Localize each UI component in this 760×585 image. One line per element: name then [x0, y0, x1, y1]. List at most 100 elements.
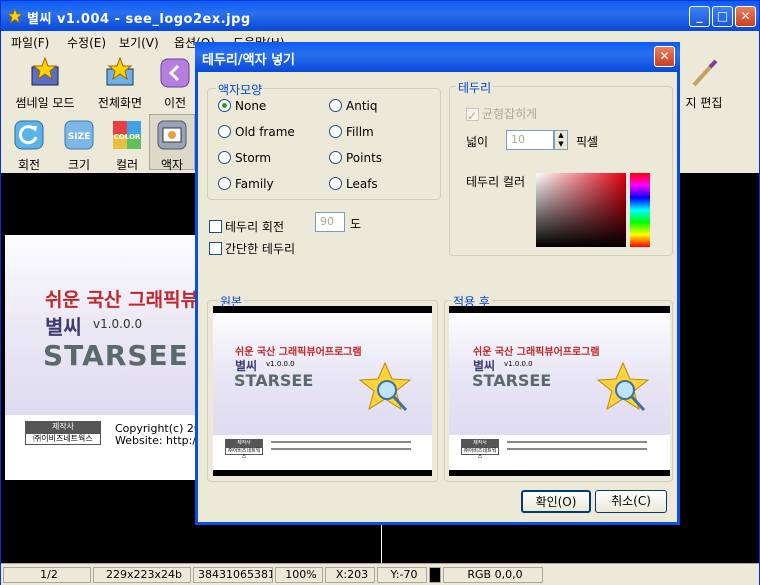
radio-old-frame[interactable]: Old frame	[218, 125, 295, 139]
menu-edit[interactable]: 수정(E)	[67, 34, 106, 51]
radio-antiq-label: Antiq	[346, 99, 378, 113]
border-color-label: 테두리 컬러	[466, 175, 526, 189]
window-title: 별씨 v1.004 - see_logo2ex.jpg	[27, 12, 251, 27]
spin-down-icon[interactable]: ▼	[555, 140, 567, 149]
original-preview-image: 쉬운 국산 그래픽뷰어프로그램 별씨 v1.0.0.0 STARSEE 제작사 …	[213, 313, 432, 470]
title-bar[interactable]: 별씨 v1.004 - see_logo2ex.jpg _ □ ✕	[1, 1, 759, 31]
orig-copyright-line	[271, 441, 411, 443]
hue-slider[interactable]	[630, 173, 650, 247]
thumbnail-icon	[31, 56, 59, 86]
thumbnail-mode-label: 썸네일 모드	[15, 96, 75, 110]
ok-button[interactable]: 확인(O)	[521, 490, 591, 513]
color-label: 컬러	[115, 158, 139, 172]
radio-family-dot	[218, 177, 231, 190]
size-button[interactable]: SIZE 크기	[59, 119, 99, 173]
color-badge-text: COLOR	[114, 133, 141, 141]
orig-brand: STARSEE	[234, 371, 314, 390]
minimize-button[interactable]: _	[689, 6, 710, 27]
bg-version: v1.0.0.0	[93, 317, 143, 331]
border-rotate-input[interactable]: 90	[315, 212, 345, 232]
applied-brand: STARSEE	[472, 371, 552, 390]
border-group-label: 테두리	[456, 79, 494, 96]
frame-shape-label: 액자모양	[216, 81, 265, 98]
color-icon: COLOR	[113, 121, 141, 149]
cursor-line	[381, 525, 382, 563]
frame-icon	[157, 120, 187, 150]
radio-antiq-dot	[329, 99, 342, 112]
rotate-button[interactable]: 회전	[9, 119, 49, 173]
radio-leafs-dot	[329, 177, 342, 190]
thumbnail-mode-button[interactable]: 썸네일 모드	[9, 56, 81, 111]
radio-fillm[interactable]: Fillm	[329, 125, 374, 139]
width-spinner[interactable]: ▲ ▼	[554, 130, 568, 150]
status-color-swatch	[429, 567, 441, 583]
fullscreen-icon	[106, 56, 134, 86]
edit-icon	[692, 59, 718, 87]
orig-maker-name: ㈜이비즈네트웍스	[225, 447, 263, 460]
menu-file[interactable]: 파일(F)	[11, 34, 49, 51]
status-bar: 1/2 229x223x24b 3843106538160 100% X:203…	[1, 563, 759, 585]
applied-preview-image: 쉬운 국산 그래픽뷰어프로그램 별씨 v1.0.0.0 STARSEE 제작사 …	[449, 313, 670, 470]
width-label: 넓이	[466, 135, 489, 149]
width-unit: 픽셀	[576, 135, 599, 149]
bg-brand: STARSEE	[43, 339, 189, 372]
color-button[interactable]: COLOR 컬러	[107, 119, 147, 173]
orig-version: v1.0.0.0	[266, 360, 295, 368]
width-input[interactable]: 10	[506, 130, 554, 150]
bg-website: Website: http://	[115, 434, 200, 447]
status-filesize: 3843106538160	[193, 567, 273, 583]
maximize-button[interactable]: □	[712, 6, 733, 27]
cancel-button[interactable]: 취소(C)	[595, 490, 667, 513]
size-badge-text: SIZE	[68, 132, 91, 142]
frame-label: 액자	[160, 158, 184, 172]
applied-headline: 쉬운 국산 그래픽뷰어프로그램	[473, 347, 600, 358]
frame-button[interactable]: 액자	[149, 114, 195, 172]
previous-label: 이전	[163, 96, 187, 110]
radio-none-dot	[218, 99, 231, 112]
color-picker-square[interactable]	[536, 173, 626, 247]
rotate-icon	[14, 120, 44, 150]
radio-family[interactable]: Family	[218, 177, 274, 191]
simple-border-label: 간단한 테두리	[225, 242, 296, 256]
radio-points-dot	[329, 151, 342, 164]
radio-storm-label: Storm	[235, 151, 272, 165]
radio-none-label: None	[235, 99, 267, 113]
radio-leafs[interactable]: Leafs	[329, 177, 378, 191]
applied-maker-label: 제작사	[461, 439, 499, 447]
status-dimensions: 229x223x24b	[93, 567, 191, 583]
status-page: 1/2	[3, 567, 91, 583]
magnifier-star-icon	[358, 361, 412, 412]
orig-maker-label: 제작사	[225, 439, 263, 447]
star-app-icon	[7, 8, 23, 24]
radio-points[interactable]: Points	[329, 151, 382, 165]
border-rotate-checkbox[interactable]: 테두리 회전	[209, 218, 284, 235]
fullscreen-label: 전체화면	[97, 96, 143, 110]
bg-maker-name: ㈜이비즈네트웍스	[25, 433, 101, 445]
magnifier-star-icon	[596, 361, 650, 412]
uniform-checkbox[interactable]: ✓ 균형잡히게	[466, 105, 538, 123]
dialog-close-button[interactable]: ✕	[654, 46, 675, 67]
dialog-title-bar[interactable]: 테두리/액자 넣기 ✕	[195, 42, 680, 72]
spin-up-icon[interactable]: ▲	[555, 131, 567, 140]
radio-none[interactable]: None	[218, 99, 266, 113]
bg-product: 별씨	[45, 315, 82, 339]
radio-old-frame-label: Old frame	[235, 125, 295, 139]
uniform-label: 균형잡히게	[482, 107, 538, 121]
close-button[interactable]: ✕	[735, 6, 756, 27]
orig-website-line	[271, 448, 411, 450]
radio-storm[interactable]: Storm	[218, 151, 271, 165]
menu-view[interactable]: 보기(V)	[119, 34, 159, 51]
original-preview-group: 원본 쉬운 국산 그래픽뷰어프로그램 별씨 v1.0.0.0 STARSEE 제…	[207, 293, 438, 482]
radio-antiq[interactable]: Antiq	[329, 99, 377, 113]
border-group: 테두리 ✓ 균형잡히게 넓이 10 ▲ ▼ 픽셀 테두리 컬러	[449, 79, 673, 256]
radio-leafs-label: Leafs	[346, 177, 378, 191]
frame-dialog: 테두리/액자 넣기 ✕ 액자모양 None Antiq Old frame Fi…	[195, 42, 680, 525]
previous-button[interactable]: 이전	[157, 57, 193, 111]
fullscreen-button[interactable]: 전체화면	[89, 56, 151, 111]
border-rotate-box	[209, 220, 222, 233]
bg-headline: 쉬운 국산 그래픽뷰	[45, 289, 199, 311]
status-y: Y:-70	[377, 567, 427, 583]
simple-border-checkbox[interactable]: 간단한 테두리	[209, 240, 295, 257]
applied-maker-name: ㈜이비즈네트웍스	[461, 447, 499, 460]
image-edit-button[interactable]: 지 편집	[681, 57, 727, 111]
